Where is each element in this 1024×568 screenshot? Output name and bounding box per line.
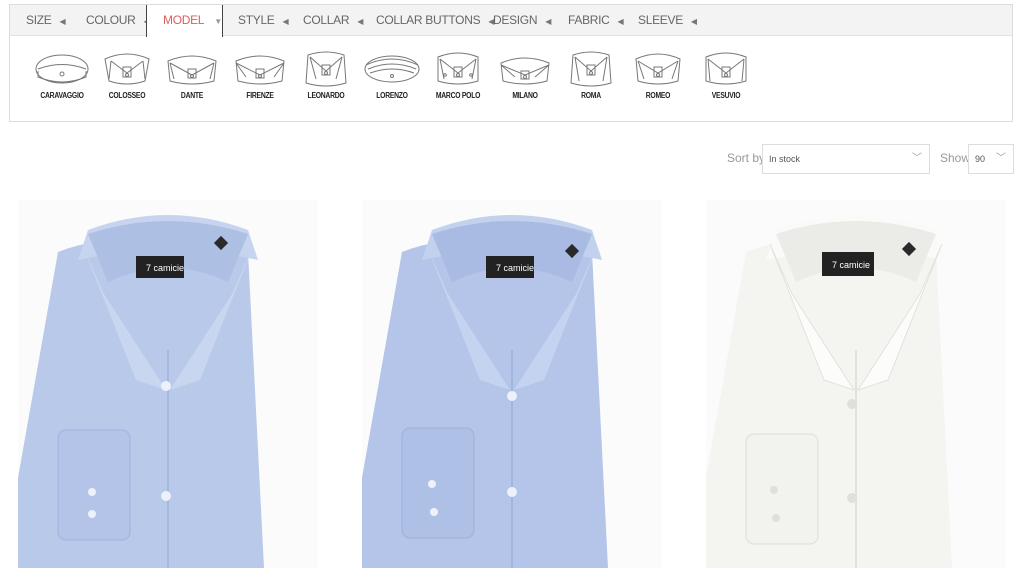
tab-collar[interactable]: COLLAR ◀ (297, 5, 363, 36)
tab-design[interactable]: DESIGN ◀ (487, 5, 551, 36)
model-option-leonardo[interactable]: LEONARDO (294, 49, 358, 100)
collar-icon (437, 52, 479, 85)
tab-colour[interactable]: COLOUR◀ (80, 5, 150, 36)
collar-icon (35, 54, 89, 84)
model-label: LORENZO (376, 91, 408, 100)
model-label: ROMA (581, 91, 601, 100)
show-label: Show (940, 151, 971, 165)
model-label: ROMEO (645, 91, 671, 100)
model-option-colosseo[interactable]: COLOSSEO (95, 49, 159, 100)
caret-left-icon: ◀ (545, 17, 552, 26)
model-label: CARAVAGGIO (40, 91, 84, 100)
caret-left-icon: ◀ (59, 17, 66, 26)
model-option-milano[interactable]: MILANO (493, 49, 557, 100)
model-label: LEONARDO (307, 91, 345, 100)
product-card[interactable]: 7 camicie (18, 200, 318, 568)
sort-by-label: Sort by (727, 151, 766, 165)
model-option-firenze[interactable]: FIRENZE (228, 49, 292, 100)
product-card[interactable]: 7 camicie (706, 200, 1006, 568)
brand-label: 7 camicie (146, 263, 184, 273)
brand-label: 7 camicie (832, 260, 870, 270)
chevron-down-icon: ﹀ (912, 153, 922, 164)
tab-label: COLOUR (86, 13, 136, 27)
tab-label: SLEEVE (638, 13, 683, 27)
collar-icon (167, 55, 217, 85)
show-select[interactable]: 90 ﹀ (968, 144, 1014, 174)
collar-icon (305, 51, 347, 87)
model-label: DANTE (180, 91, 204, 100)
caret-left-icon: ◀ (617, 17, 624, 26)
filter-tabbar: SIZE◀ COLOUR◀ MODEL▼ STYLE◀ COLLAR◀ COLL… (10, 5, 1012, 37)
model-option-roma[interactable]: ROMA (559, 49, 623, 100)
model-option-vesuvio[interactable]: VESUVIO (694, 49, 758, 100)
tab-size[interactable]: SIZE ◀ (20, 5, 66, 36)
model-label: FIRENZE (246, 91, 274, 100)
collar-icon (635, 53, 681, 85)
model-label: MILANO (512, 91, 538, 100)
tab-fabric[interactable]: FABRIC ◀ (562, 5, 624, 36)
caret-down-icon: ▼ (214, 17, 222, 26)
model-label: MARCO POLO (435, 91, 481, 100)
model-label: COLOSSEO (108, 91, 146, 100)
model-option-dante[interactable]: DANTE (160, 49, 224, 100)
model-option-lorenzo[interactable]: LORENZO (360, 49, 424, 100)
model-option-marco-polo[interactable]: MARCO POLO (426, 49, 490, 100)
caret-left-icon: ◀ (357, 17, 364, 26)
tab-sleeve[interactable]: SLEEVE ◀ (632, 5, 697, 36)
shirt-image: 7 camicie (18, 200, 318, 568)
caret-left-icon: ◀ (282, 17, 289, 26)
collar-icon (104, 53, 150, 85)
tab-model[interactable]: MODEL ▼ (146, 5, 223, 37)
tab-label: SIZE (26, 13, 52, 27)
collar-icon (235, 55, 285, 85)
collar-icon (500, 57, 550, 85)
tab-label: STYLE (238, 13, 275, 27)
tab-label: COLLAR BUTTONS (376, 13, 481, 27)
sort-select[interactable]: In stock ﹀ (762, 144, 930, 174)
caret-left-icon: ◀ (690, 17, 697, 26)
tab-label: COLLAR (303, 13, 350, 27)
tab-collar-buttons[interactable]: COLLAR BUTTONS ◀ (370, 5, 494, 36)
collar-icon (570, 51, 612, 87)
sort-toolbar: Sort by In stock ﹀ Show 90 ﹀ (720, 144, 1014, 174)
tab-label: MODEL (163, 13, 205, 27)
sort-select-value: In stock (769, 154, 801, 164)
filter-panel: SIZE◀ COLOUR◀ MODEL▼ STYLE◀ COLLAR◀ COLL… (9, 4, 1013, 122)
model-option-romeo[interactable]: ROMEO (626, 49, 690, 100)
shirt-image: 7 camicie (706, 200, 1006, 568)
brand-label: 7 camicie (496, 263, 534, 273)
shirt-image: 7 camicie (362, 200, 662, 568)
model-option-caravaggio[interactable]: CARAVAGGIO (30, 49, 94, 100)
tab-label: DESIGN (493, 13, 538, 27)
model-list: CARAVAGGIO COLOSSEO DANTE FIRENZE LEONAR… (10, 37, 1012, 121)
chevron-down-icon: ﹀ (996, 153, 1006, 164)
collar-icon (364, 55, 420, 83)
model-label: VESUVIO (711, 91, 741, 100)
tab-style[interactable]: STYLE ◀ (232, 5, 289, 36)
collar-icon (705, 52, 747, 85)
show-select-value: 90 (975, 154, 986, 164)
tab-label: FABRIC (568, 13, 610, 27)
product-card[interactable]: 7 camicie (362, 200, 662, 568)
